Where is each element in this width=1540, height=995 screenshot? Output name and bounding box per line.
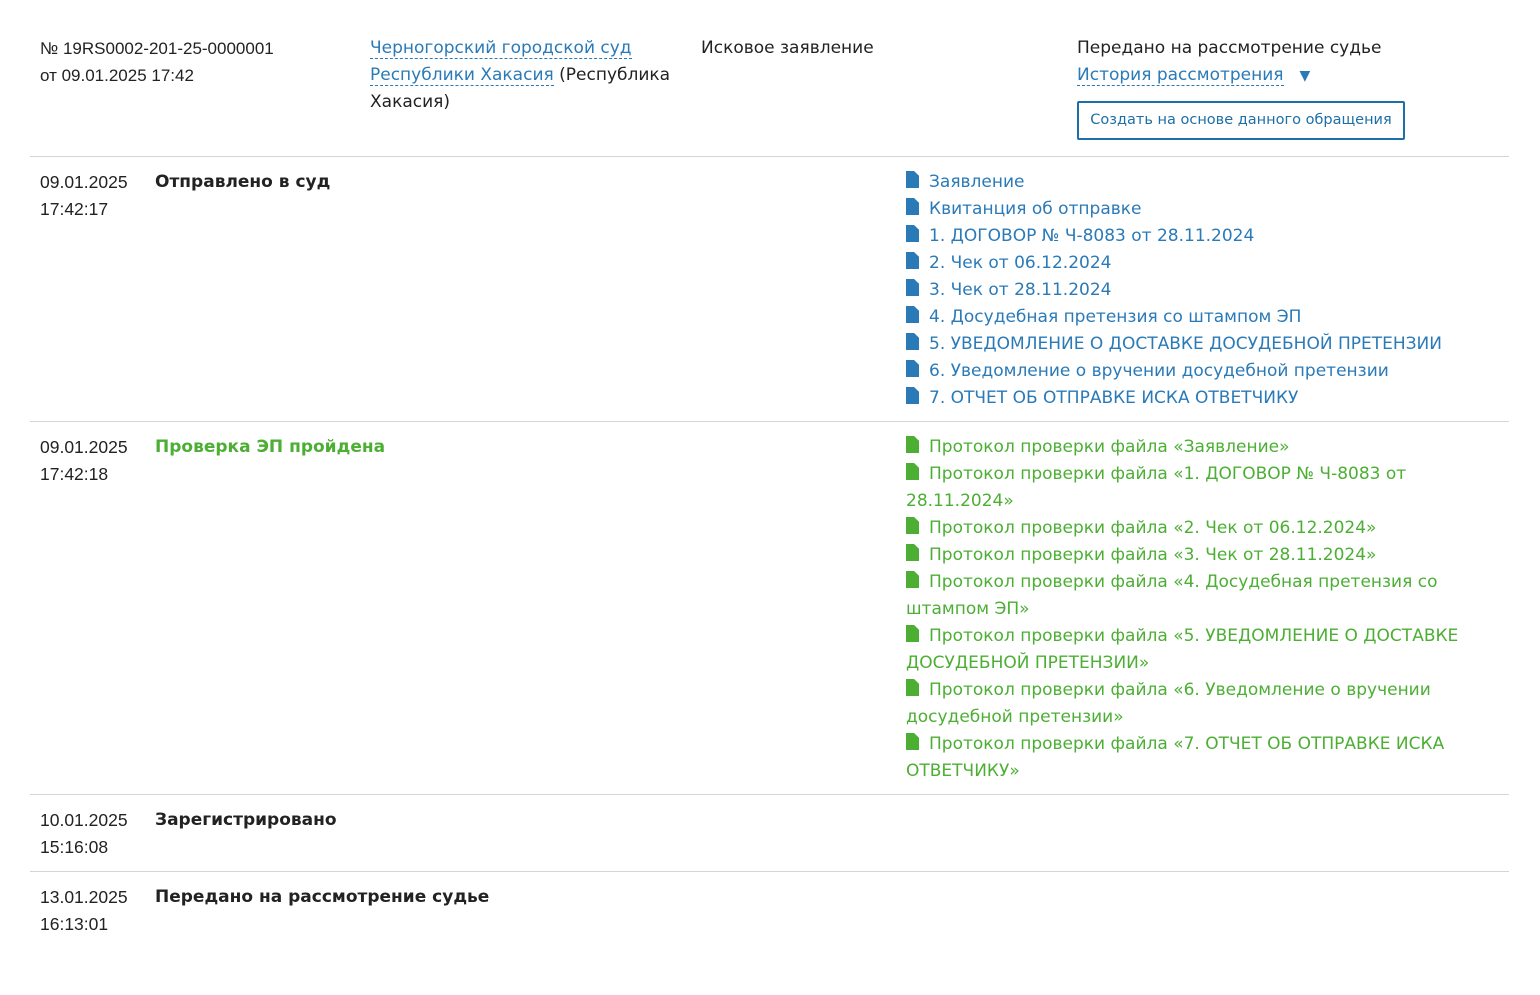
- file-link[interactable]: 2. Чек от 06.12.2024: [906, 250, 1466, 277]
- document-check-icon: [906, 625, 919, 642]
- create-from-appeal-button[interactable]: Создать на основе данного обращения: [1077, 101, 1405, 140]
- event-date: 09.01.2025: [40, 172, 128, 192]
- protocol-link[interactable]: Протокол проверки файла «Заявление»: [906, 434, 1466, 461]
- event-files: Заявление Квитанция об отправке 1. ДОГОВ…: [906, 169, 1466, 412]
- history-link[interactable]: История рассмотрения: [1077, 65, 1284, 86]
- document-icon: [906, 198, 919, 215]
- document-check-icon: [906, 544, 919, 561]
- event-row: 09.01.2025 17:42:17 Отправлено в суд Зая…: [30, 157, 1509, 422]
- chevron-down-icon[interactable]: ▼: [1300, 68, 1311, 84]
- file-link[interactable]: Заявление: [906, 169, 1466, 196]
- appeal-status: Передано на рассмотрение судье: [1077, 38, 1382, 58]
- document-icon: [906, 306, 919, 323]
- document-check-icon: [906, 436, 919, 453]
- event-datetime: 09.01.2025 17:42:17: [40, 169, 128, 223]
- event-datetime: 09.01.2025 17:42:18: [40, 434, 128, 488]
- court-link[interactable]: Черногорский городской суд: [370, 38, 632, 59]
- protocol-link[interactable]: Протокол проверки файла «5. УВЕДОМЛЕНИЕ …: [906, 623, 1466, 677]
- file-link[interactable]: 6. Уведомление о вручении досудебной пре…: [906, 358, 1466, 385]
- court-link-region[interactable]: Республики Хакасия: [370, 65, 554, 86]
- appeal-id-column: № 19RS0002-201-25-0000001 от 09.01.2025 …: [40, 35, 274, 89]
- event-date: 10.01.2025: [40, 810, 128, 830]
- event-files: Протокол проверки файла «Заявление» Прот…: [906, 434, 1466, 785]
- protocol-link[interactable]: Протокол проверки файла «4. Досудебная п…: [906, 569, 1466, 623]
- appeal-type: Исковое заявление: [701, 38, 874, 58]
- event-title: Отправлено в суд: [155, 172, 331, 192]
- document-icon: [906, 360, 919, 377]
- event-datetime: 13.01.2025 16:13:01: [40, 884, 128, 938]
- document-check-icon: [906, 463, 919, 480]
- document-icon: [906, 225, 919, 242]
- protocol-link[interactable]: Протокол проверки файла «6. Уведомление …: [906, 677, 1466, 731]
- event-row: 13.01.2025 16:13:01 Передано на рассмотр…: [30, 872, 1509, 948]
- event-title: Передано на рассмотрение судье: [155, 887, 490, 907]
- appeal-date: от 09.01.2025 17:42: [40, 66, 194, 85]
- document-icon: [906, 387, 919, 404]
- event-date: 13.01.2025: [40, 887, 128, 907]
- event-row: 10.01.2025 15:16:08 Зарегистрировано: [30, 795, 1509, 872]
- protocol-link[interactable]: Протокол проверки файла «7. ОТЧЕТ ОБ ОТП…: [906, 731, 1466, 785]
- file-link[interactable]: 4. Досудебная претензия со штампом ЭП: [906, 304, 1466, 331]
- file-link[interactable]: 7. ОТЧЕТ ОБ ОТПРАВКЕ ИСКА ОТВЕТЧИКУ: [906, 385, 1466, 412]
- file-link[interactable]: 5. УВЕДОМЛЕНИЕ О ДОСТАВКЕ ДОСУДЕБНОЙ ПРЕ…: [906, 331, 1466, 358]
- event-title: Зарегистрировано: [155, 810, 337, 830]
- document-check-icon: [906, 679, 919, 696]
- document-check-icon: [906, 517, 919, 534]
- document-icon: [906, 252, 919, 269]
- event-datetime: 10.01.2025 15:16:08: [40, 807, 128, 861]
- event-time: 17:42:17: [40, 199, 109, 219]
- document-check-icon: [906, 733, 919, 750]
- document-check-icon: [906, 571, 919, 588]
- appeal-number: № 19RS0002-201-25-0000001: [40, 39, 274, 58]
- status-column: Передано на рассмотрение судье История р…: [1077, 35, 1497, 90]
- court-column: Черногорский городской суд Республики Ха…: [370, 35, 690, 116]
- file-link[interactable]: 3. Чек от 28.11.2024: [906, 277, 1466, 304]
- event-time: 15:16:08: [40, 837, 109, 857]
- protocol-link[interactable]: Протокол проверки файла «3. Чек от 28.11…: [906, 542, 1466, 569]
- file-link[interactable]: 1. ДОГОВОР № Ч-8083 от 28.11.2024: [906, 223, 1466, 250]
- file-link[interactable]: Квитанция об отправке: [906, 196, 1466, 223]
- appeal-header: № 19RS0002-201-25-0000001 от 09.01.2025 …: [30, 0, 1509, 157]
- event-time: 16:13:01: [40, 914, 109, 934]
- protocol-link[interactable]: Протокол проверки файла «1. ДОГОВОР № Ч-…: [906, 461, 1466, 515]
- event-title: Проверка ЭП пройдена: [155, 437, 386, 457]
- event-row: 09.01.2025 17:42:18 Проверка ЭП пройдена…: [30, 422, 1509, 795]
- document-icon: [906, 171, 919, 188]
- event-date: 09.01.2025: [40, 437, 128, 457]
- event-time: 17:42:18: [40, 464, 109, 484]
- document-icon: [906, 333, 919, 350]
- appeal-card: № 19RS0002-201-25-0000001 от 09.01.2025 …: [30, 0, 1509, 948]
- document-icon: [906, 279, 919, 296]
- protocol-link[interactable]: Протокол проверки файла «2. Чек от 06.12…: [906, 515, 1466, 542]
